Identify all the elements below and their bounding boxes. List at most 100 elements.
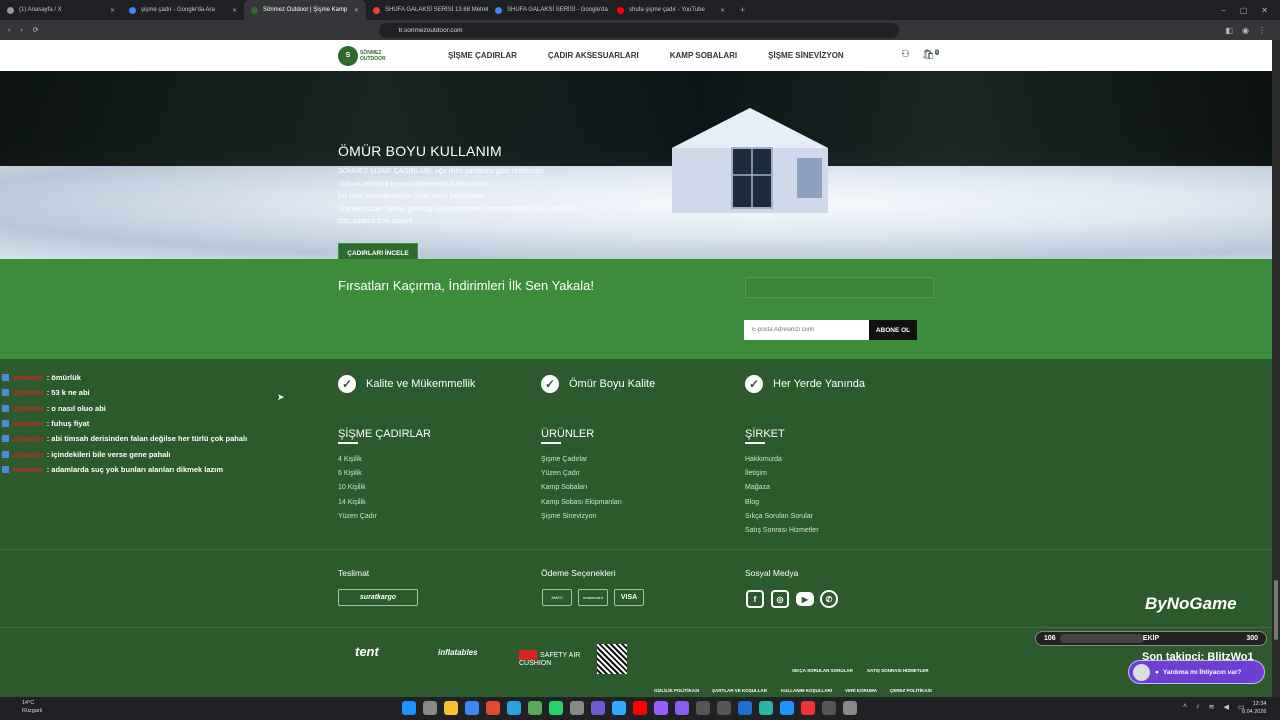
browser-tab[interactable]: SHUFA GALAKSİ SERİSİ 13.68 Metrek✕ [366, 0, 488, 20]
wifi-icon[interactable]: ≋ [1209, 703, 1215, 711]
footer-link[interactable]: Satış Sonrası Hizmetler [745, 527, 819, 541]
reload-icon[interactable]: ⟳ [33, 26, 39, 34]
taskbar-app-icon[interactable] [654, 701, 668, 715]
taskbar-app-icon[interactable] [822, 701, 836, 715]
close-tab-icon[interactable]: ✕ [354, 7, 359, 14]
url-field[interactable]: tr.sonmezoutdoor.com [378, 22, 899, 38]
footer-link[interactable]: Yüzen Çadır [541, 470, 622, 484]
taskbar-app-icon[interactable] [486, 701, 500, 715]
taskbar-app-icon[interactable] [738, 701, 752, 715]
extension-icon[interactable]: ◧ [1225, 26, 1233, 35]
browser-tab[interactable]: SHUFA GALAKSİ SERİSİ - Google'da✕ [488, 0, 610, 20]
facebook-icon[interactable]: f [746, 590, 764, 608]
footer-link[interactable]: 10 Kişilik [338, 484, 431, 498]
taskbar-app-icon[interactable] [465, 701, 479, 715]
platform-icon [2, 435, 9, 443]
browser-tab[interactable]: Sönmez Outdoor | Şişme Kamp ✕ [244, 0, 366, 20]
close-window-button[interactable]: ✕ [1261, 6, 1268, 15]
close-tab-icon[interactable]: ✕ [232, 7, 237, 14]
footer-link[interactable]: 6 Kişilik [338, 470, 431, 484]
chat-message: streamer: fuhuş fiyat [2, 416, 302, 431]
footer-link[interactable]: Şişme Çadırlar [541, 456, 622, 470]
site-logo[interactable]: S SÖNMEZ OUTDOOR [338, 44, 392, 67]
footer-link[interactable]: Kamp Sobaları [541, 484, 622, 498]
footer-link[interactable]: Hakkımızda [745, 456, 819, 470]
policy-link-after-sales[interactable]: SATIŞ SONRASI HİZMETLER [867, 668, 929, 673]
close-tab-icon[interactable]: ✕ [110, 7, 115, 14]
taskbar-app-icon[interactable] [759, 701, 773, 715]
taskbar-app-icon[interactable] [444, 701, 458, 715]
policy-link-usage[interactable]: KULLANIM KOŞULLARI [781, 688, 832, 693]
browser-tab[interactable]: shufa şişme çadır - YouTube ✕ [610, 0, 732, 20]
email-input[interactable] [744, 320, 869, 340]
forward-icon[interactable]: › [20, 27, 22, 34]
close-tab-icon[interactable]: ✕ [720, 7, 725, 14]
volume-icon[interactable]: ◀ [1223, 703, 1228, 711]
taskbar-app-icon[interactable] [633, 701, 647, 715]
help-chat-button[interactable]: ● Yardıma mı İhtiyacın var? [1128, 660, 1265, 684]
taskbar-app-icon[interactable] [612, 701, 626, 715]
profile-icon[interactable]: ◉ [1242, 26, 1249, 35]
weather-widget[interactable]: 14°C Rüzgarlı [22, 699, 42, 715]
favicon-icon [129, 6, 136, 14]
scrollbar-thumb[interactable] [1274, 580, 1278, 640]
instagram-icon[interactable]: ◎ [771, 590, 789, 608]
newsletter-title: Fırsatları Kaçırma, İndirimleri İlk Sen … [338, 278, 594, 293]
taskbar-app-icon[interactable] [717, 701, 731, 715]
site-header: S SÖNMEZ OUTDOOR ŞİŞME ÇADIRLAR ÇADIR AKS… [0, 40, 1272, 71]
whatsapp-icon[interactable]: ✆ [820, 590, 838, 608]
favicon-icon [251, 6, 258, 14]
mic-icon[interactable]: ♪ [1196, 703, 1200, 711]
new-tab-button[interactable]: + [732, 5, 753, 15]
footer-link[interactable]: 14 Kişilik [338, 499, 431, 513]
taskbar-app-icon[interactable] [402, 701, 416, 715]
taskbar-app-icon[interactable] [843, 701, 857, 715]
nav-item-sisme-sinevizyon[interactable]: ŞİŞME SİNEVİZYON [768, 51, 844, 60]
footer-link[interactable]: Yüzen Çadır [338, 513, 431, 527]
chevron-up-icon[interactable]: ˄ [1183, 703, 1187, 711]
nav-item-sisme-cadirlar[interactable]: ŞİŞME ÇADIRLAR [448, 51, 517, 60]
taskbar-app-icon[interactable] [528, 701, 542, 715]
taskbar-app-icon[interactable] [801, 701, 815, 715]
footer-link[interactable]: Blog [745, 499, 819, 513]
page-scrollbar[interactable] [1272, 40, 1280, 697]
footer-link[interactable]: Sıkça Sorulan Sorular [745, 513, 819, 527]
hero-description: SÖNMEZ ŞİŞME ÇADIRLARI, ağır iklim şartl… [338, 168, 578, 225]
browser-tab[interactable]: (1) Anasayfa / X ✕ [0, 0, 122, 20]
browser-tab[interactable]: şişme çadır - Google'da Ara ✕ [122, 0, 244, 20]
taskbar-app-icon[interactable] [675, 701, 689, 715]
footer-link[interactable]: Şişme Sinevizyon [541, 513, 622, 527]
policy-link-faq[interactable]: SIKÇA SORULAN SORULAR [792, 668, 853, 673]
nav-item-kamp-sobalari[interactable]: KAMP SOBALARI [670, 51, 737, 60]
taskbar-app-icon[interactable] [780, 701, 794, 715]
footer-link[interactable]: İletişim [745, 470, 819, 484]
taskbar-app-icon[interactable] [507, 701, 521, 715]
footer-divider [0, 627, 1272, 628]
menu-icon[interactable]: ⋮ [1258, 26, 1266, 35]
minimize-button[interactable]: – [1221, 6, 1225, 15]
taskbar-app-icon[interactable] [549, 701, 563, 715]
policy-link-data[interactable]: VERİ KORUMA [845, 688, 877, 693]
user-icon[interactable]: ⚇ [901, 49, 910, 60]
view-tents-button[interactable]: ÇADIRLARI İNCELE [338, 243, 418, 259]
policy-link-cookies[interactable]: ÇEREZ POLİTİKASI [890, 688, 932, 693]
footer-link[interactable]: 4 Kişilik [338, 456, 431, 470]
footer-link[interactable]: Mağaza [745, 484, 819, 498]
policy-link-terms[interactable]: ŞARTLAR VE KOŞULLAR [712, 688, 767, 693]
taskbar-app-icon[interactable] [423, 701, 437, 715]
taskbar-clock[interactable]: 12:34 8.04.2026 [1242, 700, 1266, 716]
title-underline [541, 442, 561, 444]
taskbar-app-icon[interactable] [696, 701, 710, 715]
youtube-icon[interactable]: ▶ [796, 592, 814, 606]
cart-icon[interactable]: 🛍0 [922, 49, 940, 60]
chat-message: streamer: 53 k ne abi [2, 385, 302, 400]
policy-link-privacy[interactable]: GİZLİLİK POLİTİKASI [654, 688, 699, 693]
footer-link[interactable]: Kamp Sobası Ekipmanları [541, 499, 622, 513]
sonmez-tent-logo: tent [355, 644, 379, 659]
back-icon[interactable]: ‹ [8, 27, 10, 34]
taskbar-app-icon[interactable] [591, 701, 605, 715]
maximize-button[interactable]: ▢ [1240, 6, 1248, 15]
taskbar-app-icon[interactable] [570, 701, 584, 715]
subscribe-button[interactable]: ABONE OL [869, 320, 917, 340]
nav-item-cadir-aksesuarlari[interactable]: ÇADIR AKSESUARLARI [548, 51, 639, 60]
